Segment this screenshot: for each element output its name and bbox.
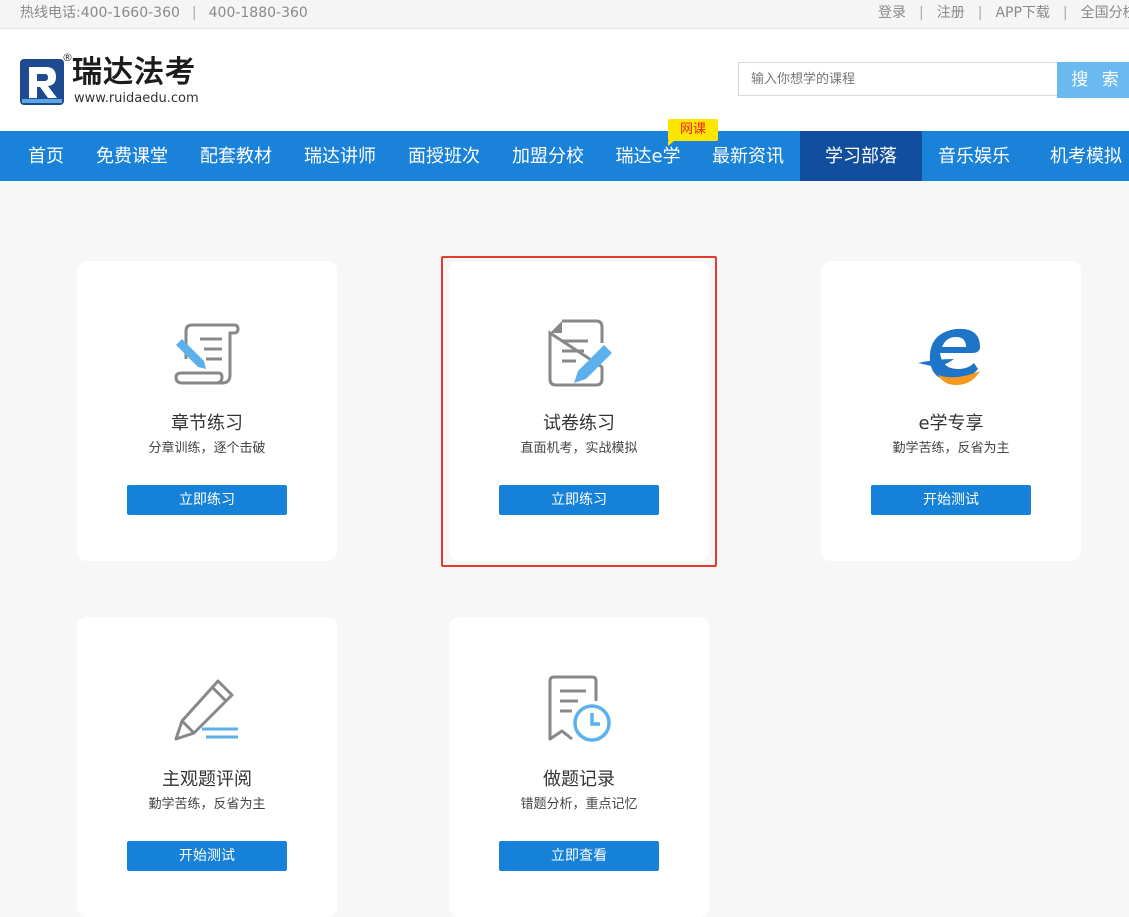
card-subjective-review: 主观题评阅 勤学苦练，反省为主 开始测试 bbox=[77, 617, 337, 917]
chapter-scroll-icon bbox=[174, 323, 240, 385]
nav-item-lecturers[interactable]: 瑞达讲师 bbox=[292, 131, 388, 181]
brand-url: www.ruidaedu.com bbox=[74, 91, 199, 106]
e-learning-logo-icon bbox=[918, 328, 980, 385]
nav-item-music[interactable]: 音乐娱乐 bbox=[926, 131, 1022, 181]
card-subtitle: 分章训练，逐个击破 bbox=[148, 441, 266, 456]
pencil-icon bbox=[174, 679, 238, 741]
practice-now-button[interactable]: 立即练习 bbox=[127, 485, 287, 515]
card-subtitle: 勤学苦练，反省为主 bbox=[148, 797, 266, 812]
nav-item-mock-exam[interactable]: 机考模拟 bbox=[1038, 131, 1129, 181]
card-title: e学专享 bbox=[918, 413, 984, 434]
branches-link[interactable]: 全国分校 bbox=[1081, 5, 1129, 21]
hotline: 热线电话:400-1660-360 | 400-1880-360 bbox=[20, 0, 308, 27]
login-link[interactable]: 登录 bbox=[878, 5, 906, 21]
hotline-secondary: 400-1880-360 bbox=[208, 5, 308, 21]
start-test-button[interactable]: 开始测试 bbox=[871, 485, 1031, 515]
nav-item-free-class[interactable]: 免费课堂 bbox=[84, 131, 180, 181]
hotline-primary: 热线电话:400-1660-360 bbox=[20, 5, 180, 21]
card-chapter-practice: 章节练习 分章训练，逐个击破 立即练习 bbox=[77, 261, 337, 561]
nav-item-home[interactable]: 首页 bbox=[12, 131, 80, 181]
start-test-button[interactable]: 开始测试 bbox=[127, 841, 287, 871]
nav-item-franchise[interactable]: 加盟分校 bbox=[500, 131, 596, 181]
separator: | bbox=[1062, 5, 1068, 21]
register-link[interactable]: 注册 bbox=[937, 5, 965, 21]
selection-highlight bbox=[441, 256, 717, 567]
separator: | bbox=[191, 5, 197, 21]
online-course-badge: 网课 bbox=[668, 119, 718, 146]
view-now-button[interactable]: 立即查看 bbox=[499, 841, 659, 871]
app-download-link[interactable]: APP下载 bbox=[995, 5, 1049, 21]
brand-name: 瑞达法考 bbox=[72, 55, 196, 90]
top-bar: 热线电话:400-1660-360 | 400-1880-360 登录 | 注册 | APP… bbox=[0, 0, 1129, 29]
nav-item-textbooks[interactable]: 配套教材 bbox=[188, 131, 284, 181]
card-title: 章节练习 bbox=[171, 413, 243, 434]
separator: | bbox=[919, 5, 924, 21]
card-title: 做题记录 bbox=[543, 769, 615, 790]
main-nav: 首页 免费课堂 配套教材 瑞达讲师 面授班次 加盟分校 瑞达e学 最新资讯 学习… bbox=[0, 131, 1129, 181]
header: ® 瑞达法考 www.ruidaedu.com 搜 索 bbox=[0, 29, 1129, 131]
card-subtitle: 勤学苦练，反省为主 bbox=[892, 441, 1010, 456]
search-button[interactable]: 搜 索 bbox=[1057, 62, 1129, 98]
card-title: 主观题评阅 bbox=[162, 769, 252, 790]
card-subtitle: 错题分析，重点记忆 bbox=[520, 797, 638, 812]
record-clock-icon bbox=[548, 675, 611, 742]
separator: | bbox=[977, 5, 983, 21]
nav-item-classes[interactable]: 面授班次 bbox=[396, 131, 492, 181]
nav-item-study-tribe[interactable]: 学习部落 bbox=[800, 131, 922, 181]
search-input[interactable] bbox=[738, 62, 1057, 96]
card-e-learning: e学专享 勤学苦练，反省为主 开始测试 bbox=[821, 261, 1081, 561]
card-practice-record: 做题记录 错题分析，重点记忆 立即查看 bbox=[449, 617, 709, 917]
logo-r-icon bbox=[20, 59, 64, 105]
top-links: 登录 | 注册 | APP下载 | 全国分校 bbox=[878, 0, 1129, 27]
